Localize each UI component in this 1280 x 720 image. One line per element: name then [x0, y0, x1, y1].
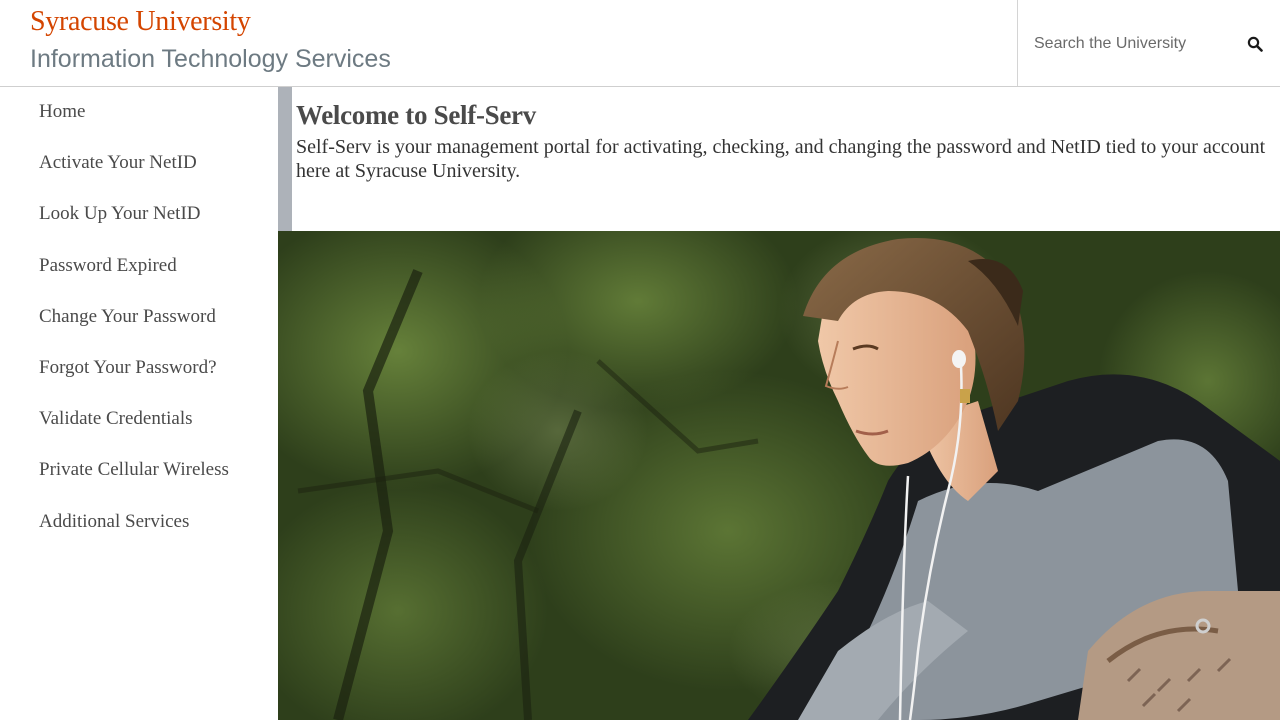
- hero-photo-student-with-earbuds: [278, 231, 1280, 720]
- sidebar-item-activate-netid[interactable]: Activate Your NetID: [0, 149, 278, 200]
- brand: Syracuse University Information Technolo…: [30, 6, 391, 74]
- search-input[interactable]: [1028, 29, 1228, 59]
- sidebar-item-home[interactable]: Home: [0, 98, 278, 149]
- search-icon: [1247, 36, 1263, 52]
- page-title: Welcome to Self-Serv: [296, 100, 536, 130]
- hero-photo: [278, 231, 1280, 720]
- department-title-link[interactable]: Information Technology Services: [30, 44, 391, 74]
- sidebar-item-change-password[interactable]: Change Your Password: [0, 303, 278, 354]
- sidebar-item-validate-credentials[interactable]: Validate Credentials: [0, 405, 278, 456]
- welcome-section: Welcome to Self-Serv Self-Serv is your m…: [278, 87, 1280, 231]
- page-description: Self-Serv is your management portal for …: [296, 136, 1266, 182]
- search-button[interactable]: [1240, 30, 1270, 60]
- search-box: [1017, 0, 1280, 86]
- accent-bar: [278, 87, 292, 231]
- main-content: Welcome to Self-Serv Self-Serv is your m…: [278, 87, 1280, 720]
- sidebar-item-password-expired[interactable]: Password Expired: [0, 252, 278, 303]
- nav-list: Home Activate Your NetID Look Up Your Ne…: [0, 87, 278, 559]
- sidebar-item-private-cellular-wireless[interactable]: Private Cellular Wireless: [0, 456, 278, 507]
- sidebar-nav: Home Activate Your NetID Look Up Your Ne…: [0, 87, 278, 720]
- sidebar-item-forgot-password[interactable]: Forgot Your Password?: [0, 354, 278, 405]
- university-logo-link[interactable]: Syracuse University: [30, 6, 391, 38]
- sidebar-item-lookup-netid[interactable]: Look Up Your NetID: [0, 200, 278, 251]
- site-header: Syracuse University Information Technolo…: [0, 0, 1280, 87]
- sidebar-item-additional-services[interactable]: Additional Services: [0, 508, 278, 559]
